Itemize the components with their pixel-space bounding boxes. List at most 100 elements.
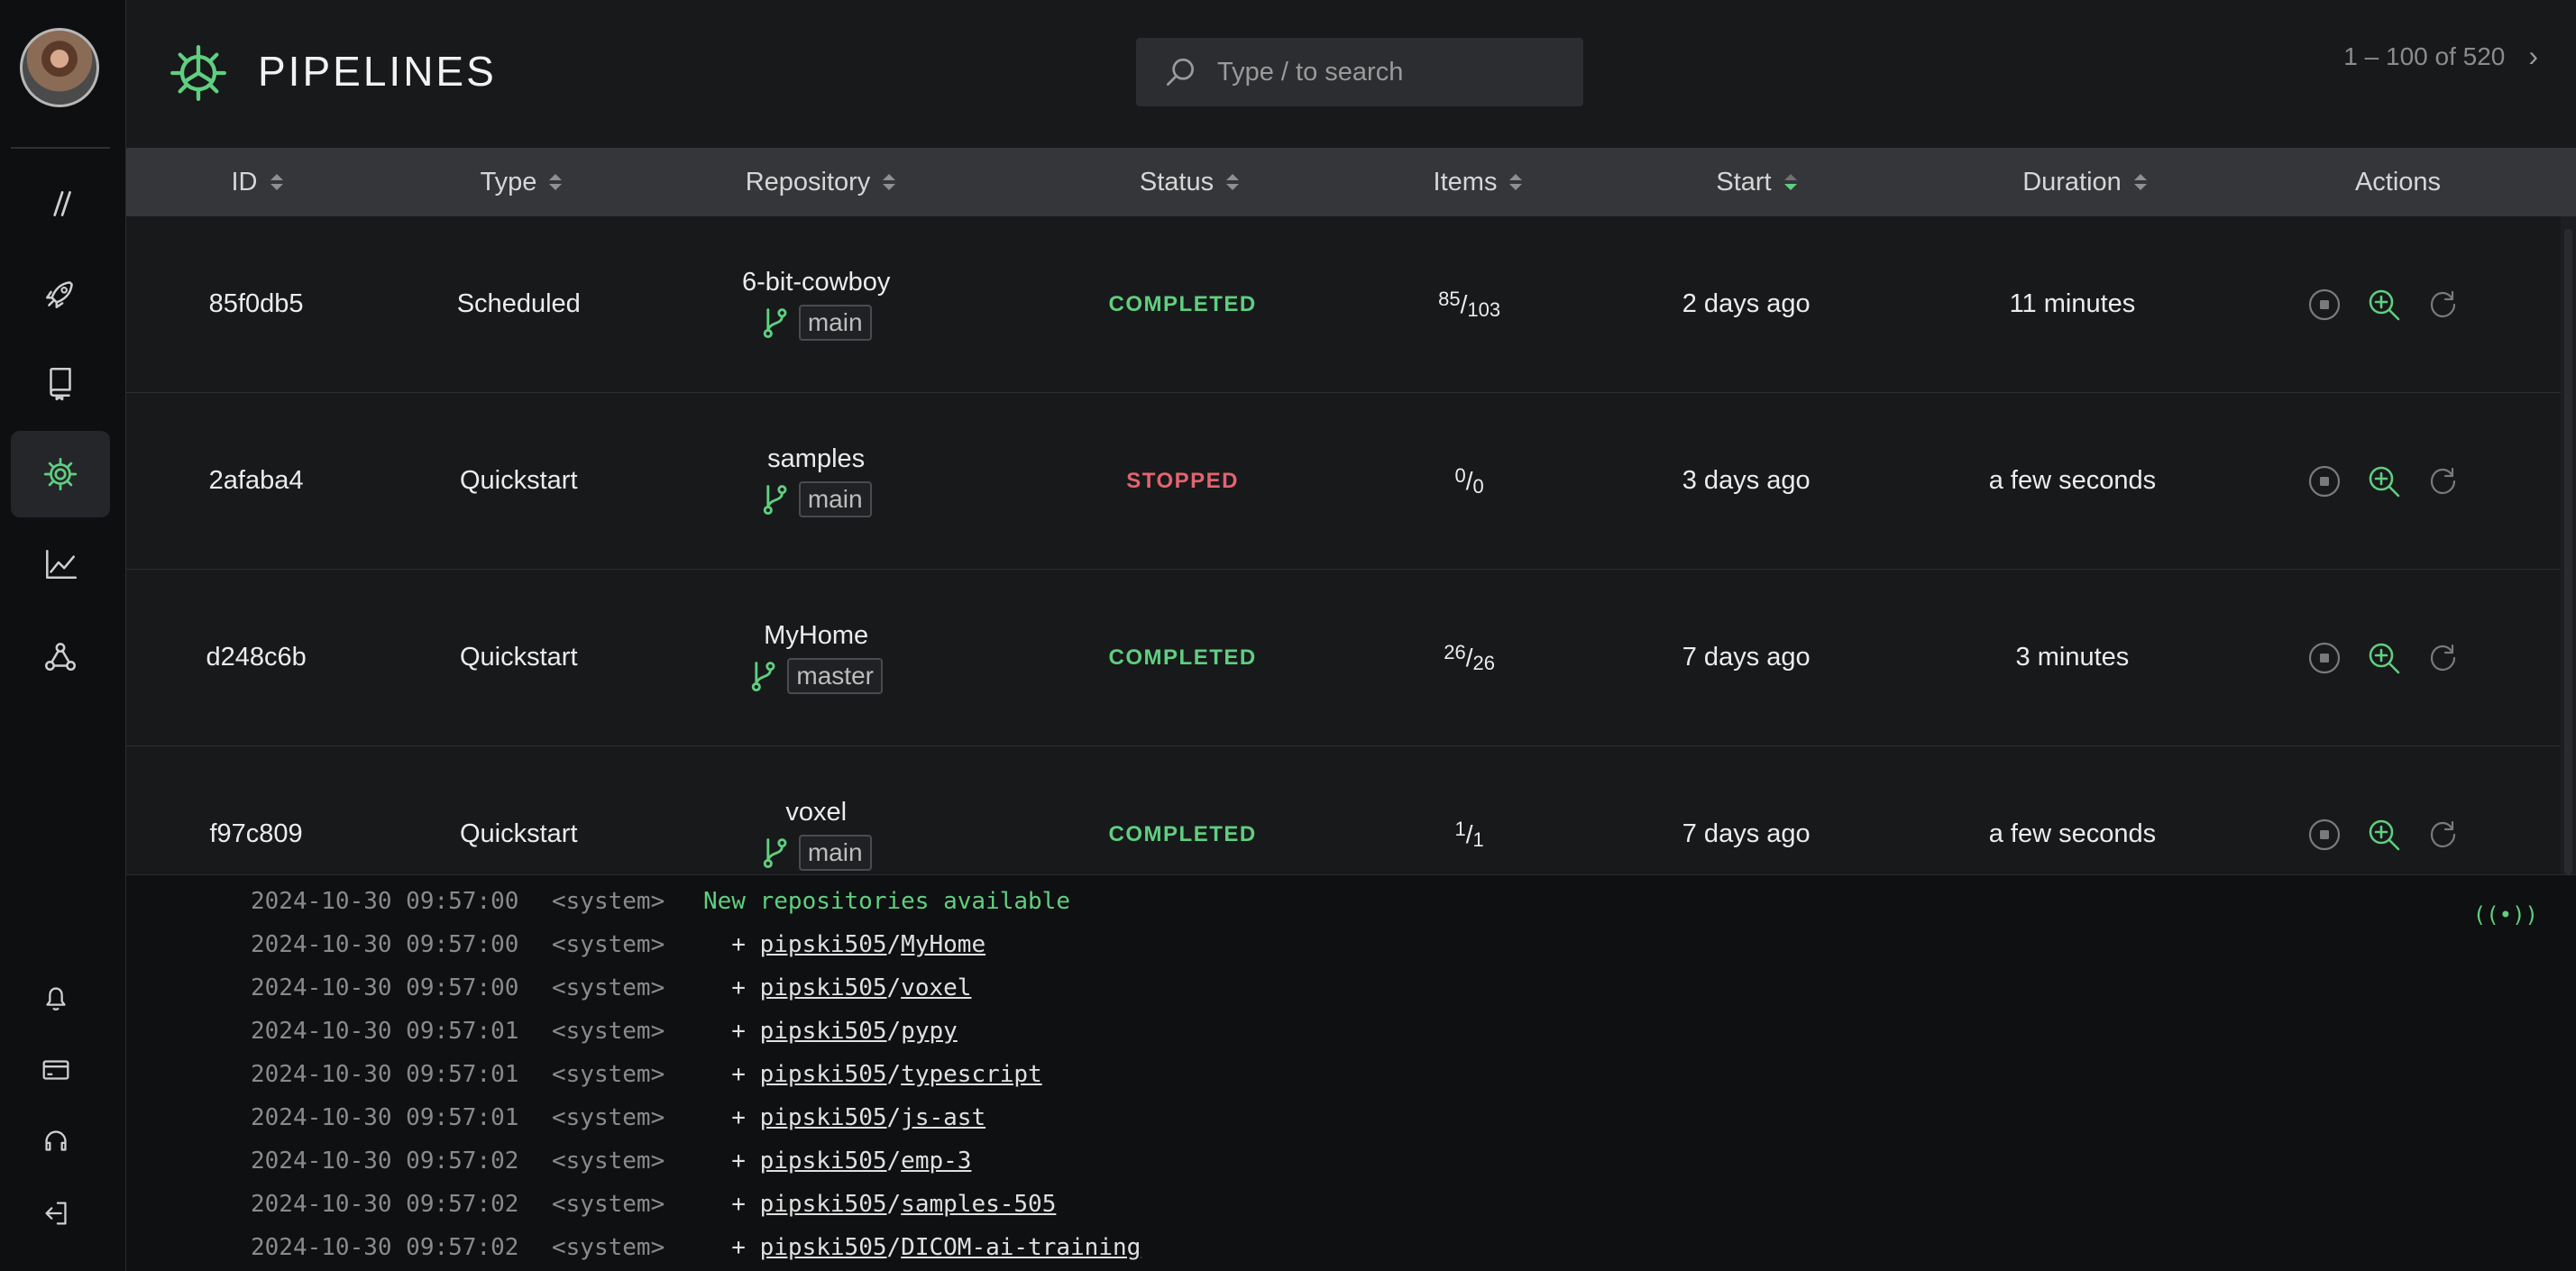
avatar[interactable] [20, 28, 99, 107]
pipeline-type: Quickstart [459, 643, 578, 672]
repository-name[interactable]: MyHome [764, 621, 868, 651]
table-scrollbar[interactable] [2561, 216, 2576, 874]
status-badge: COMPLETED [1108, 821, 1257, 846]
chevron-right-icon[interactable]: › [2528, 40, 2538, 73]
table-row[interactable]: d248c6b Quickstart MyHome master COMPLET… [126, 570, 2561, 746]
repository-link[interactable]: voxel [901, 974, 971, 1001]
column-header-duration[interactable]: Duration [1949, 148, 2220, 216]
pipeline-id[interactable]: f97c809 [126, 746, 386, 874]
log-line: 2024-10-30 09:57:02 <system> + pipski505… [251, 1148, 971, 1180]
pipeline-id[interactable]: d248c6b [126, 570, 386, 745]
repository-cell: voxel main [651, 746, 981, 874]
pipeline-id[interactable]: 85f0db5 [126, 216, 386, 392]
duration: a few seconds [1988, 819, 2157, 848]
stop-button[interactable] [2306, 463, 2342, 499]
git-branch-icon [763, 485, 787, 516]
inspect-button[interactable] [2366, 287, 2402, 323]
column-header-actions: Actions [2354, 167, 2442, 197]
support-button[interactable] [34, 1120, 78, 1163]
repository-name[interactable]: voxel [785, 798, 847, 828]
sort-icon [1509, 174, 1523, 190]
inspect-button[interactable] [2366, 817, 2402, 853]
logout-button[interactable] [34, 1192, 78, 1235]
owner-link[interactable]: pipski505 [760, 1061, 887, 1088]
owner-link[interactable]: pipski505 [760, 1104, 887, 1131]
repository-link[interactable]: typescript [901, 1061, 1042, 1088]
restart-button[interactable] [2425, 817, 2461, 853]
stop-button[interactable] [2306, 640, 2342, 676]
restart-button[interactable] [2425, 287, 2461, 323]
log-source: <system> [552, 1191, 665, 1218]
log-timestamp: 2024-10-30 09:57:00 [251, 888, 519, 915]
start-time: 2 days ago [1682, 289, 1811, 318]
repository-link[interactable]: samples-505 [901, 1191, 1056, 1218]
search-input[interactable] [1217, 38, 1569, 106]
repository-link[interactable]: js-ast [901, 1104, 985, 1131]
refresh-icon [2430, 290, 2455, 317]
log-line: 2024-10-30 09:57:01 <system> + pipski505… [251, 1061, 1042, 1093]
log-source: <system> [552, 1234, 665, 1261]
owner-link[interactable]: pipski505 [760, 974, 887, 1001]
gear-icon [43, 457, 78, 491]
log-message: + pipski505/emp-3 [703, 1148, 972, 1175]
repository-name[interactable]: samples [767, 444, 865, 474]
pipeline-id[interactable]: 2afaba4 [126, 393, 386, 569]
pagination: 1 – 100 of 520 › [2343, 40, 2538, 73]
page-title: PIPELINES [258, 48, 497, 95]
column-header-items[interactable]: Items [1392, 148, 1563, 216]
scrollbar-thumb[interactable] [2564, 229, 2572, 874]
sidebar-item-pipelines[interactable] [11, 431, 110, 517]
stop-icon [2308, 642, 2340, 673]
table-row[interactable]: f97c809 Quickstart voxel main COMPLETED … [126, 746, 2561, 874]
log-message: + pipski505/MyHome [703, 931, 986, 958]
sidebar-item-pipelines-slash[interactable] [11, 160, 110, 247]
log-timestamp: 2024-10-30 09:57:02 [251, 1191, 519, 1218]
log-source: <system> [552, 888, 665, 915]
column-header-repository[interactable]: Repository [655, 148, 986, 216]
owner-link[interactable]: pipski505 [760, 1191, 887, 1218]
sort-descending-icon [1783, 174, 1797, 190]
log-line: 2024-10-30 09:57:00 <system> New reposit… [251, 888, 1070, 920]
restart-button[interactable] [2425, 463, 2461, 499]
pipeline-type: Scheduled [456, 289, 581, 318]
repository-link[interactable]: pypy [901, 1018, 958, 1045]
branch: main [761, 835, 872, 871]
duration: 11 minutes [2009, 289, 2136, 318]
sidebar [0, 0, 126, 1271]
column-header-status[interactable]: Status [986, 148, 1392, 216]
column-header-start[interactable]: Start [1563, 148, 1949, 216]
inspect-button[interactable] [2366, 463, 2402, 499]
repository-link[interactable]: emp-3 [901, 1148, 971, 1175]
owner-link[interactable]: pipski505 [760, 1234, 887, 1261]
repository-cell: MyHome master [651, 570, 981, 745]
repository-link[interactable]: MyHome [901, 931, 985, 958]
search-icon [1166, 58, 1195, 86]
sidebar-item-deploy[interactable] [11, 251, 110, 337]
log-timestamp: 2024-10-30 09:57:00 [251, 974, 519, 1001]
repository-name[interactable]: 6-bit-cowboy [742, 268, 890, 297]
owner-link[interactable]: pipski505 [760, 1018, 887, 1045]
column-header-type[interactable]: Type [388, 148, 655, 216]
table-row[interactable]: 85f0db5 Scheduled 6-bit-cowboy main COMP… [126, 216, 2561, 393]
items-count: 26/26 [1444, 640, 1495, 674]
owner-link[interactable]: pipski505 [760, 1148, 887, 1175]
inspect-button[interactable] [2366, 640, 2402, 676]
sidebar-item-webhooks[interactable] [11, 613, 110, 700]
owner-link[interactable]: pipski505 [760, 931, 887, 958]
stop-button[interactable] [2306, 817, 2342, 853]
restart-button[interactable] [2425, 640, 2461, 676]
sidebar-item-repositories[interactable] [11, 339, 110, 425]
sidebar-item-analytics[interactable] [11, 521, 110, 608]
repository-link[interactable]: DICOM-ai-training [901, 1234, 1141, 1261]
stop-button[interactable] [2306, 287, 2342, 323]
live-broadcast-icon[interactable]: ((•)) [2473, 902, 2538, 928]
repository-cell: samples main [651, 393, 981, 569]
notifications-button[interactable] [34, 976, 78, 1020]
status-cell: COMPLETED [981, 570, 1384, 745]
search-box[interactable] [1136, 38, 1583, 106]
column-header-id[interactable]: ID [126, 148, 388, 216]
webhook-icon [44, 643, 77, 671]
table-row[interactable]: 2afaba4 Quickstart samples main STOPPED … [126, 393, 2561, 570]
zoom-in-icon [2369, 643, 2400, 673]
billing-button[interactable] [34, 1048, 78, 1092]
